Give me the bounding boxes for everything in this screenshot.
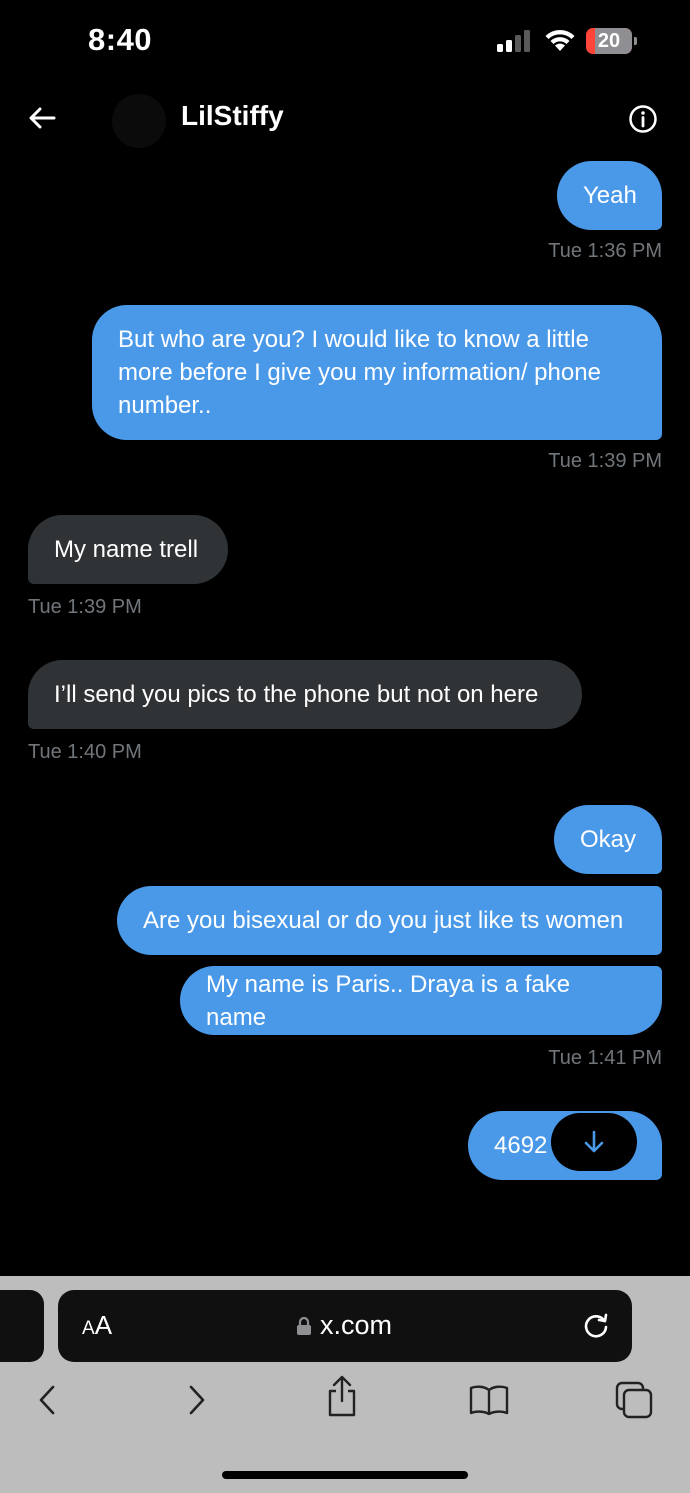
message-timestamp: Tue 1:40 PM: [28, 741, 142, 763]
share-button[interactable]: [322, 1375, 362, 1417]
browser-toolbar: AA x.com: [0, 1276, 690, 1493]
info-circle-icon: [629, 105, 657, 133]
message-bubble-outgoing[interactable]: My name is Paris.. Draya is a fake name: [180, 966, 662, 1035]
message-text: Yeah: [583, 182, 637, 209]
bookmarks-button[interactable]: [467, 1380, 511, 1420]
cellular-signal-icon: [497, 30, 533, 52]
message-bubble-incoming[interactable]: My name trell: [28, 515, 228, 584]
message-bubble-outgoing[interactable]: But who are you? I would like to know a …: [92, 305, 662, 440]
message-timestamp: Tue 1:36 PM: [548, 240, 662, 262]
message-timestamp: Tue 1:39 PM: [548, 450, 662, 472]
page-settings-button[interactable]: AA: [82, 1310, 112, 1341]
battery-icon: 20: [586, 28, 638, 54]
message-text: Okay: [580, 826, 637, 853]
message-bubble-outgoing[interactable]: Yeah: [557, 161, 662, 230]
wifi-icon: [545, 29, 575, 51]
message-timestamp: Tue 1:41 PM: [548, 1047, 662, 1069]
message-text: I’ll send you pics to the phone but not …: [54, 681, 539, 708]
info-button[interactable]: [622, 98, 664, 140]
tabs-button[interactable]: [614, 1380, 654, 1420]
book-icon: [469, 1385, 509, 1416]
browser-back-button[interactable]: [27, 1380, 67, 1420]
browser-forward-button[interactable]: [177, 1380, 217, 1420]
message-text: Are you bisexual or do you just like ts …: [143, 907, 624, 934]
battery-level: 20: [597, 30, 621, 52]
arrow-down-icon: [584, 1130, 604, 1153]
contact-name[interactable]: LilStiffy: [181, 100, 284, 132]
message-timestamp: Tue 1:39 PM: [28, 596, 142, 618]
url-display[interactable]: x.com: [296, 1310, 392, 1341]
status-bar: 8:40 20: [0, 0, 690, 80]
message-bubble-incoming[interactable]: I’ll send you pics to the phone but not …: [28, 660, 582, 729]
status-time: 8:40: [88, 22, 153, 57]
message-bubble-outgoing[interactable]: Are you bisexual or do you just like ts …: [117, 886, 662, 955]
share-icon: [328, 1375, 356, 1417]
reload-icon[interactable]: [580, 1310, 612, 1342]
message-text: My name trell: [54, 536, 199, 563]
home-indicator: [222, 1471, 468, 1479]
address-bar[interactable]: AA x.com: [58, 1290, 632, 1362]
tabs-icon: [615, 1381, 653, 1419]
message-text: 4692: [494, 1132, 548, 1159]
lock-icon: [297, 1316, 311, 1335]
previous-tab-preview[interactable]: [0, 1290, 44, 1362]
url-text: x.com: [320, 1310, 393, 1340]
arrow-left-icon: [29, 107, 56, 129]
chevron-right-icon: [189, 1385, 205, 1415]
message-text: My name is Paris.. Draya is a fake name: [206, 970, 571, 1031]
chevron-left-icon: [39, 1385, 55, 1415]
back-button[interactable]: [22, 96, 62, 140]
message-text: But who are you? I would like to know a …: [118, 326, 601, 419]
avatar[interactable]: [112, 94, 166, 148]
conversation-header: LilStiffy: [0, 80, 690, 156]
scroll-to-bottom-button[interactable]: [551, 1113, 637, 1171]
message-bubble-outgoing[interactable]: Okay: [554, 805, 662, 874]
